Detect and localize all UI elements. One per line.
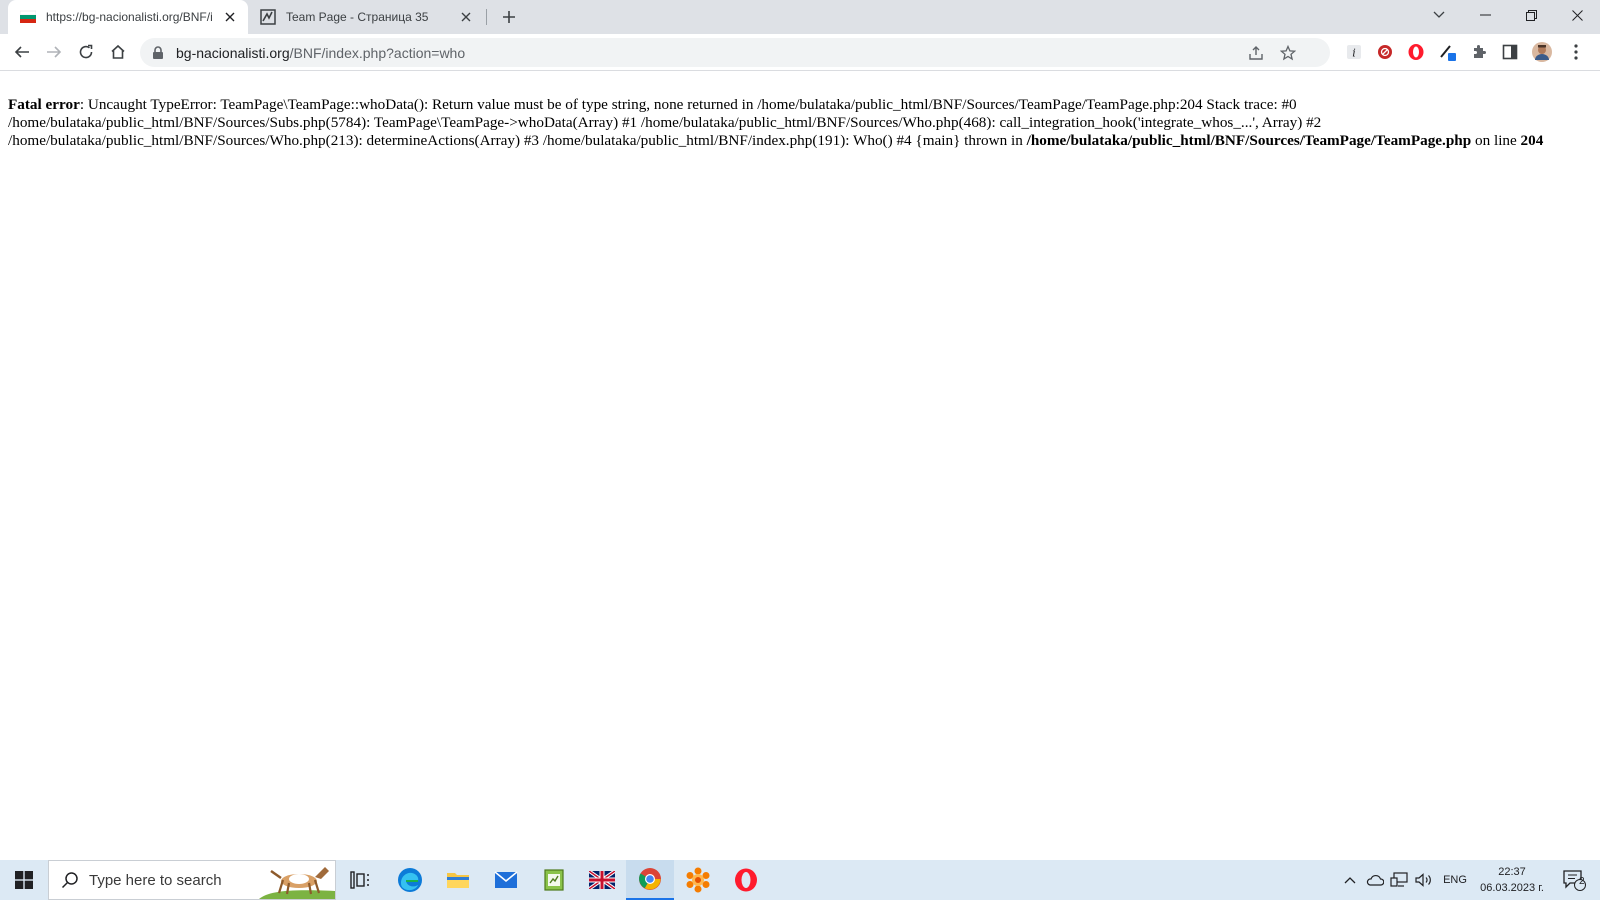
profile-avatar[interactable] (1530, 40, 1554, 64)
share-icon[interactable] (1244, 41, 1268, 65)
windows-logo-icon (15, 871, 33, 889)
search-highlight-illustration-icon (259, 867, 335, 899)
url-text[interactable]: bg-nacionalisti.org/BNF/index.php?action… (176, 45, 465, 61)
tab-search-button[interactable] (1416, 0, 1462, 30)
team-logo-icon (260, 9, 276, 25)
taskbar-edge[interactable] (386, 860, 434, 900)
forward-button[interactable] (40, 38, 68, 66)
back-button[interactable] (8, 38, 36, 66)
close-window-button[interactable] (1554, 0, 1600, 30)
on-line-text: on line (1471, 132, 1521, 149)
taskbar-language-app[interactable] (578, 860, 626, 900)
svg-text:i: i (1352, 47, 1356, 60)
tab-title: Team Page - Страница 35 (286, 10, 429, 24)
taskbar-chrome-active[interactable] (626, 860, 674, 900)
blocker-extension-icon[interactable] (1373, 40, 1397, 64)
clock-time: 22:37 (1498, 866, 1526, 878)
onedrive-tray[interactable] (1364, 860, 1386, 900)
volume-tray[interactable] (1412, 860, 1436, 900)
speaker-icon (1415, 873, 1431, 887)
arrow-right-icon (47, 46, 62, 58)
close-tab-icon[interactable] (454, 5, 478, 29)
taskbar-opera[interactable] (722, 860, 770, 900)
edge-icon (398, 868, 422, 892)
pen-extension-icon[interactable] (1436, 40, 1460, 64)
lock-icon[interactable] (152, 45, 166, 60)
address-bar[interactable]: bg-nacionalisti.org/BNF/index.php?action… (140, 38, 1330, 67)
taskbar-notes-app[interactable] (530, 860, 578, 900)
restore-icon (1525, 9, 1537, 21)
notification-count: 2 (1579, 876, 1585, 887)
plus-icon (503, 11, 515, 23)
notes-icon (544, 869, 564, 891)
tab-separator (486, 9, 487, 25)
error-message: Fatal error: Uncaught TypeError: TeamPag… (8, 96, 1588, 150)
tray-overflow-button[interactable] (1340, 860, 1360, 900)
taskbar-file-explorer[interactable] (434, 860, 482, 900)
arrow-left-icon (14, 46, 29, 58)
uk-flag-icon (589, 871, 615, 889)
reload-icon (79, 44, 93, 59)
tab-strip: https://bg-nacionalisti.org/BNF/i Team P… (0, 0, 1600, 34)
language-indicator[interactable]: ENG (1438, 860, 1472, 900)
close-icon (1571, 9, 1583, 21)
clock[interactable]: 22:37 06.03.2023 г. (1474, 860, 1550, 900)
tab-title: https://bg-nacionalisti.org/BNF/i (46, 10, 213, 24)
error-line: 204 (1520, 132, 1544, 149)
reload-button[interactable] (72, 38, 100, 66)
chrome-icon (639, 868, 661, 890)
home-icon (111, 44, 125, 59)
error-file: /home/bulataka/public_html/BNF/Sources/T… (1026, 132, 1472, 149)
taskbar-image-viewer[interactable] (674, 860, 722, 900)
new-tab-button[interactable] (497, 5, 521, 29)
language-text: ENG (1443, 874, 1467, 886)
puzzle-extensions-icon[interactable] (1467, 40, 1491, 64)
tab-inactive[interactable]: Team Page - Страница 35 (252, 0, 484, 34)
cloud-icon (1366, 875, 1384, 886)
close-tab-icon[interactable] (218, 5, 242, 29)
search-placeholder: Type here to search (89, 871, 222, 889)
minimize-icon (1479, 14, 1491, 16)
tab-active[interactable]: https://bg-nacionalisti.org/BNF/i (8, 0, 248, 34)
error-label: Fatal error (8, 96, 80, 113)
start-button[interactable] (0, 860, 48, 900)
taskbar-search-box[interactable]: Type here to search (48, 860, 336, 900)
browser-toolbar: bg-nacionalisti.org/BNF/index.php?action… (0, 34, 1600, 71)
home-button[interactable] (104, 38, 132, 66)
task-view-icon (350, 871, 369, 889)
folder-icon (447, 873, 469, 888)
opera-extension-icon[interactable] (1404, 40, 1428, 64)
chevron-down-icon (1433, 11, 1445, 18)
side-panel-icon[interactable] (1498, 40, 1522, 64)
info-extension-icon[interactable]: i (1342, 40, 1366, 64)
windows-taskbar: Type here to search ENG 22:37 06.03.2023… (0, 860, 1600, 900)
url-path: /BNF/index.php?action=who (289, 44, 466, 61)
search-icon (61, 872, 78, 889)
task-view-button[interactable] (340, 860, 380, 900)
url-host: bg-nacionalisti.org (176, 44, 290, 61)
minimize-button[interactable] (1462, 0, 1508, 30)
chevron-up-icon (1344, 877, 1356, 884)
xnview-icon (686, 867, 710, 893)
notification-center-button[interactable]: 2 (1554, 860, 1594, 900)
menu-kebab-icon[interactable] (1564, 40, 1588, 64)
clock-date: 06.03.2023 г. (1480, 882, 1544, 894)
bookmark-star-icon[interactable] (1276, 41, 1300, 65)
restore-button[interactable] (1508, 0, 1554, 30)
taskbar-mail[interactable] (482, 860, 530, 900)
network-icon (1390, 872, 1408, 887)
bulgarian-flag-icon (20, 10, 36, 23)
opera-icon (735, 868, 757, 892)
mail-icon (494, 871, 518, 888)
network-tray[interactable] (1388, 860, 1410, 900)
